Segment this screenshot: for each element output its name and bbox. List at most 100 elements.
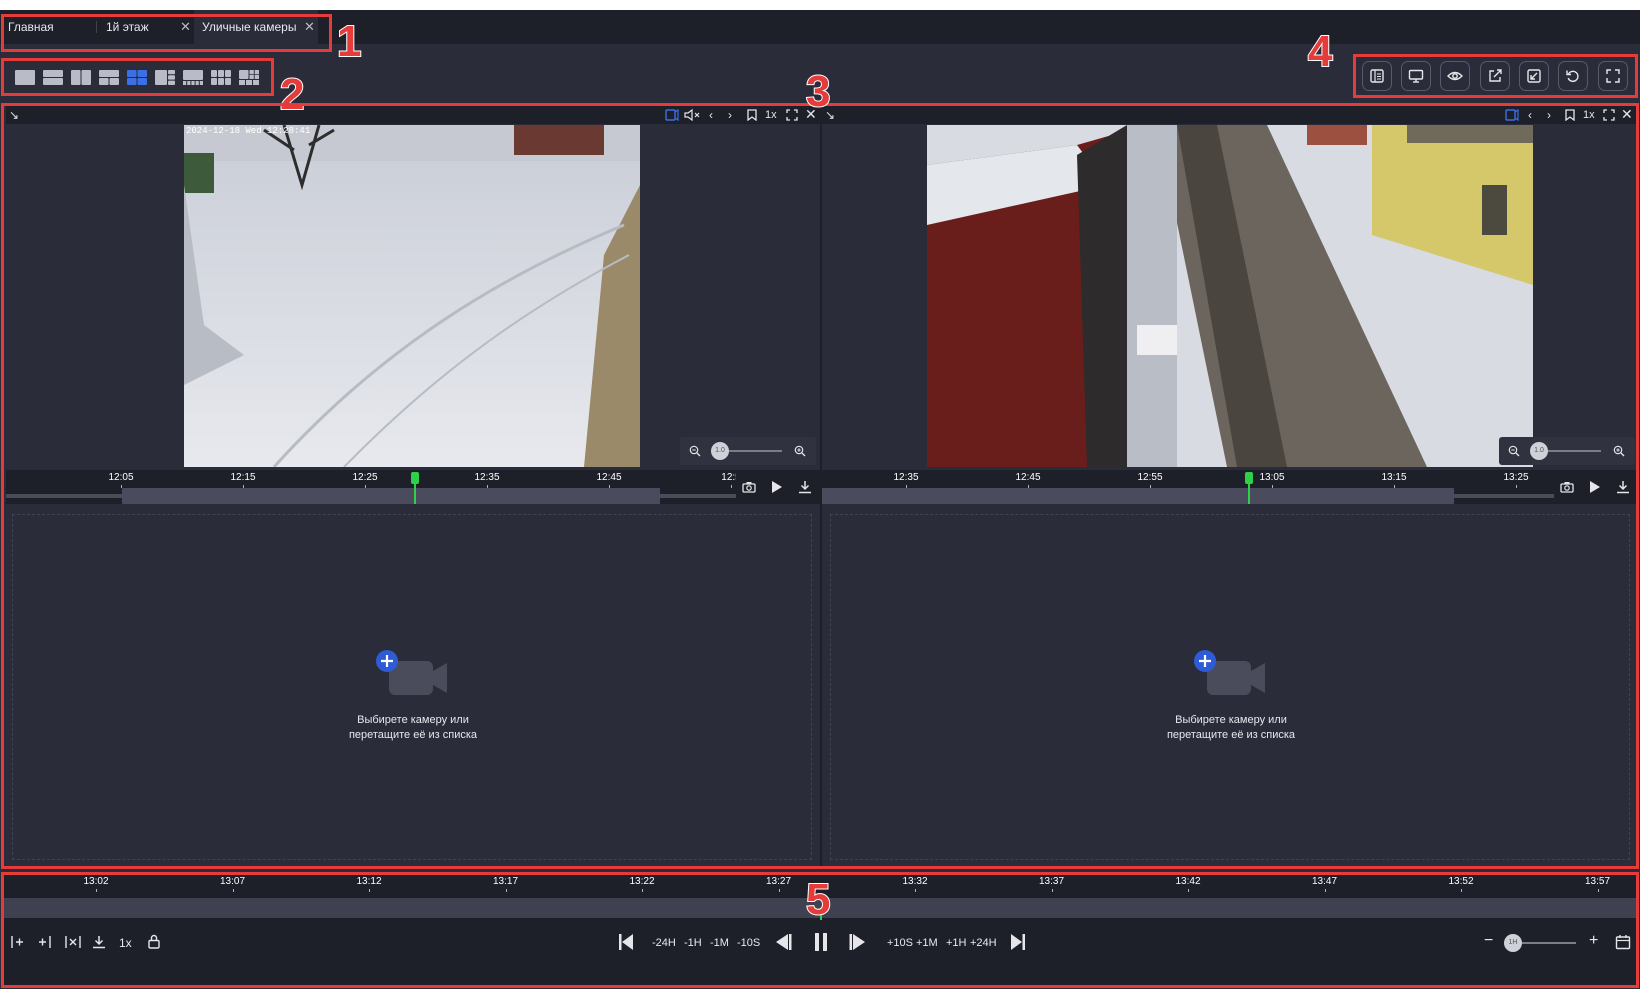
empty-camera-slot-right[interactable]: Выбирете камеру или перетащите её из спи… <box>830 514 1630 860</box>
tab-street-cameras[interactable]: Уличные камеры ✕ <box>194 10 318 44</box>
zoom-slider-handle[interactable]: 1.0 <box>711 442 729 460</box>
close-icon[interactable]: ✕ <box>180 19 191 35</box>
playback-speed[interactable]: 1x <box>765 108 777 122</box>
timeline-time-label: 13:17 <box>492 876 519 887</box>
jump-back-24h[interactable]: -24H <box>652 937 676 949</box>
timeline-time-label: 12:35 <box>474 472 500 483</box>
timeline-tick-mark <box>1516 485 1517 488</box>
chevron-left-icon[interactable]: ‹ <box>1528 108 1532 122</box>
timeline-tick-mark <box>1324 889 1326 892</box>
zoom-in-icon[interactable] <box>794 445 806 457</box>
download-icon[interactable] <box>1616 480 1630 494</box>
download-icon[interactable] <box>798 480 812 494</box>
layout-2x2-icon[interactable] <box>126 69 148 86</box>
preview-button[interactable] <box>1440 61 1470 91</box>
skip-to-end-icon[interactable] <box>1010 933 1026 951</box>
step-back-icon[interactable] <box>774 933 792 951</box>
playhead-handle[interactable] <box>411 472 419 484</box>
stream-select-icon[interactable] <box>1505 109 1519 121</box>
zoom-in-icon[interactable] <box>1613 445 1625 457</box>
main-playback-speed[interactable]: 1x <box>119 936 132 950</box>
layout-1-plus-3-icon[interactable] <box>154 69 176 86</box>
play-icon[interactable] <box>1589 480 1601 494</box>
zoom-slider-handle[interactable]: 1.0 <box>1530 442 1548 460</box>
camera-video-yard[interactable]: 2024-12-18 Wed 12:28:41 <box>184 125 640 467</box>
timeline-time-label: 13:25 <box>1503 472 1529 483</box>
chevron-left-icon[interactable]: ‹ <box>709 108 713 122</box>
zoom-out-icon[interactable] <box>1508 445 1520 457</box>
tab-home[interactable]: Главная <box>0 10 92 44</box>
timeline-zoom-out-icon[interactable]: − <box>1484 932 1493 950</box>
timeline-scale-handle[interactable]: 1H <box>1504 934 1522 952</box>
tab-floor-1[interactable]: 1й этаж ✕ <box>98 10 191 44</box>
layout-2-cols-icon[interactable] <box>70 69 92 86</box>
mute-icon[interactable] <box>684 109 702 121</box>
camera-snapshot-icon[interactable] <box>1560 481 1574 493</box>
timeline-tick-mark <box>232 889 234 892</box>
export-button[interactable] <box>1480 61 1510 91</box>
layout-3x2-icon[interactable] <box>210 69 232 86</box>
pane-header: ↘ ‹ › 1x ✕ <box>6 106 820 124</box>
timeline-tick-mark <box>369 889 370 892</box>
play-icon[interactable] <box>771 480 783 494</box>
calendar-icon[interactable] <box>1615 934 1631 950</box>
timeline-time-label: 13:37 <box>1038 876 1065 887</box>
recording-segment <box>822 488 1454 504</box>
playhead-handle[interactable] <box>1245 472 1253 484</box>
layout-1-plus-5-icon[interactable] <box>182 69 204 86</box>
jump-forward-1h[interactable]: +1H <box>946 937 967 949</box>
tab-bar: Главная 1й этаж ✕ Уличные камеры ✕ <box>0 10 1640 44</box>
playback-speed[interactable]: 1x <box>1583 108 1595 122</box>
camera-snapshot-icon[interactable] <box>742 481 756 493</box>
jump-back-1h[interactable]: -1H <box>684 937 702 949</box>
add-camera-icon[interactable] <box>375 649 451 697</box>
layout-1x1-icon[interactable] <box>14 69 36 86</box>
layout-2-rows-icon[interactable] <box>42 69 64 86</box>
fullscreen-button[interactable] <box>1598 61 1628 91</box>
zoom-out-icon[interactable] <box>689 445 701 457</box>
skip-to-start-icon[interactable] <box>618 933 634 951</box>
step-forward-icon[interactable] <box>849 933 867 951</box>
monitor-button[interactable] <box>1401 61 1431 91</box>
layout-1-plus-7-icon[interactable] <box>238 69 260 86</box>
bookmark-icon[interactable] <box>1564 109 1576 121</box>
chevron-right-icon[interactable]: › <box>1547 108 1551 122</box>
timeline-time-label: 12:55 <box>1137 472 1163 483</box>
stream-select-icon[interactable] <box>665 109 679 121</box>
mark-end-icon[interactable] <box>38 935 52 949</box>
add-camera-icon[interactable] <box>1193 649 1269 697</box>
collapse-arrow-icon[interactable]: ↘ <box>9 108 19 122</box>
expand-icon[interactable] <box>786 109 798 121</box>
close-icon[interactable]: ✕ <box>1621 107 1633 121</box>
annotation-number-1: 1 <box>336 17 363 66</box>
layout-1-plus-2-icon[interactable] <box>98 69 120 86</box>
expand-icon[interactable] <box>1603 109 1615 121</box>
reset-button[interactable] <box>1558 61 1588 91</box>
pane-timeline[interactable]: 12:35 12:45 12:55 13:05 13:15 13:25 <box>822 470 1554 504</box>
pause-icon[interactable] <box>813 932 829 952</box>
lock-icon[interactable] <box>147 934 161 949</box>
empty-camera-slot-left[interactable]: Выбирете камеру или перетащите её из спи… <box>12 514 812 860</box>
timeline-zoom-in-icon[interactable]: + <box>1589 932 1598 950</box>
clear-marks-icon[interactable] <box>64 935 82 949</box>
pane-divider[interactable] <box>820 106 822 866</box>
jump-back-1m[interactable]: -1M <box>710 937 729 949</box>
close-icon[interactable]: ✕ <box>304 19 315 35</box>
mark-start-icon[interactable] <box>10 935 24 949</box>
timeline-time-label: 13:05 <box>1259 472 1285 483</box>
jump-forward-24h[interactable]: +24H <box>970 937 997 949</box>
chevron-right-icon[interactable]: › <box>728 108 732 122</box>
download-icon[interactable] <box>92 935 106 949</box>
jump-back-10s[interactable]: -10S <box>737 937 760 949</box>
pane-timeline[interactable]: 12:05 12:15 12:25 12:35 12:45 12:5 <box>6 470 741 504</box>
side-panel-button[interactable] <box>1362 61 1392 91</box>
eye-icon <box>1447 71 1463 81</box>
timeline-tick-mark <box>243 485 244 488</box>
bookmark-icon[interactable] <box>746 109 758 121</box>
camera-video-street[interactable] <box>927 125 1533 467</box>
jump-forward-1m[interactable]: +1M <box>916 937 938 949</box>
app-window: Главная 1й этаж ✕ Уличные камеры ✕ ↘ ‹ ›… <box>0 10 1640 989</box>
fit-window-button[interactable] <box>1519 61 1549 91</box>
jump-forward-10s[interactable]: +10S <box>887 937 913 949</box>
timeline-time-label: 13:07 <box>219 876 246 887</box>
